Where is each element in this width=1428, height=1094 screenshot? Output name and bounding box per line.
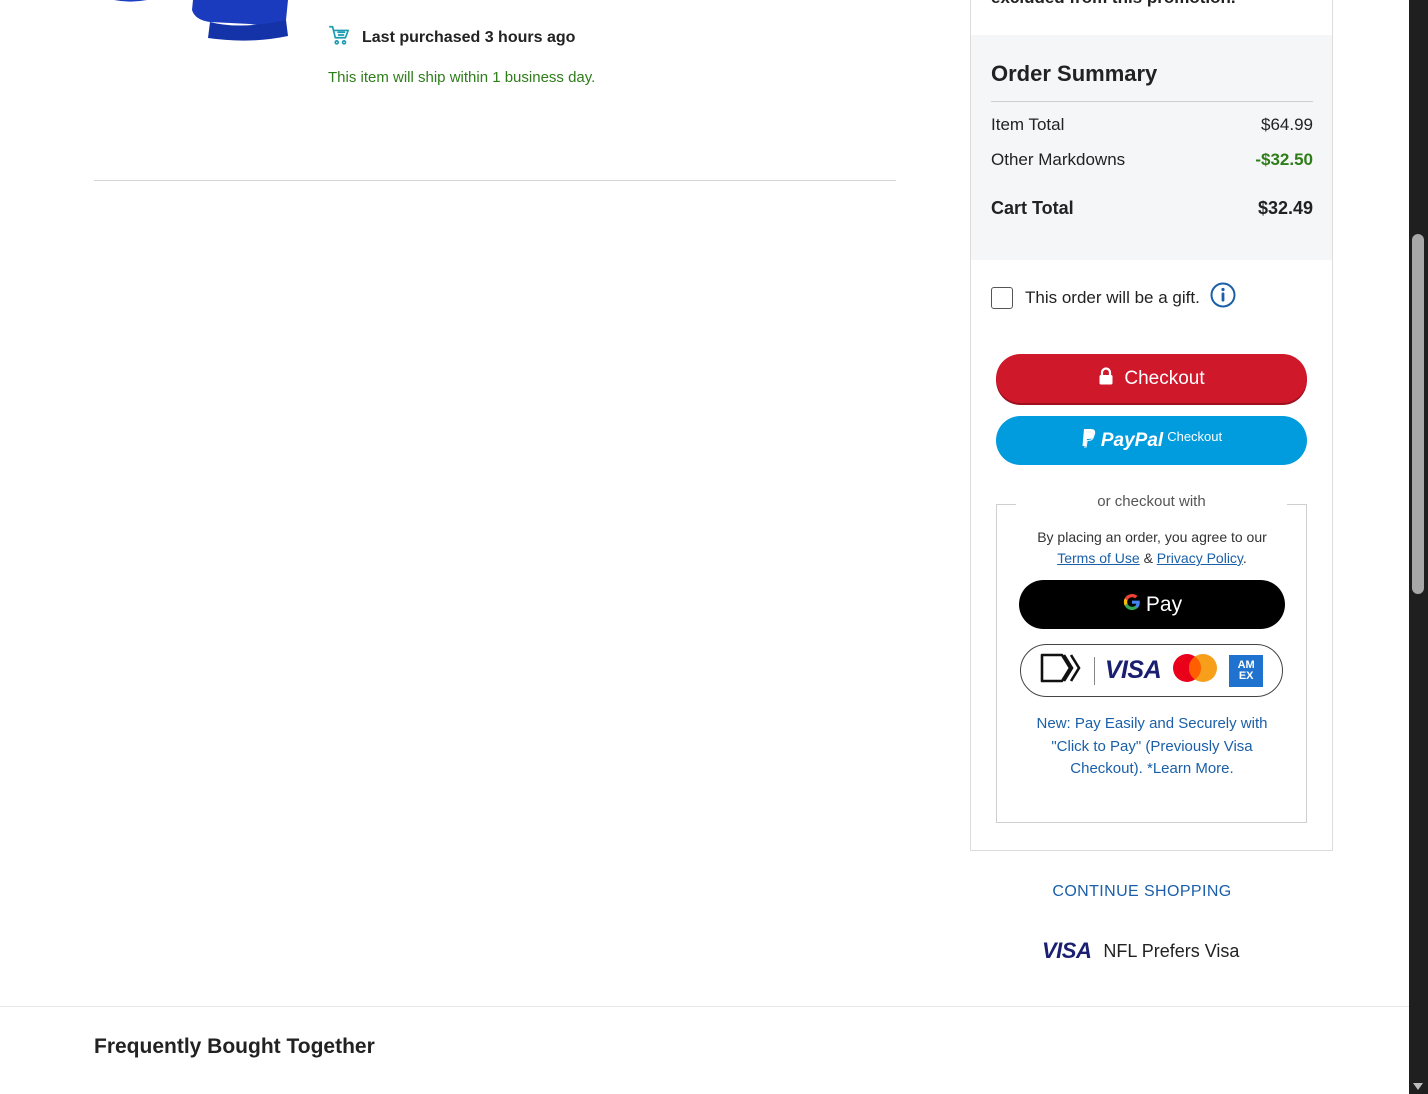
info-icon[interactable] [1210, 282, 1236, 313]
paypal-icon [1081, 428, 1097, 453]
product-image[interactable] [100, 0, 300, 60]
paypal-sub-label: Checkout [1167, 429, 1223, 444]
lock-icon [1098, 366, 1114, 391]
scroll-down-arrow-icon[interactable] [1413, 1083, 1423, 1090]
click-to-pay-learn-more[interactable]: New: Pay Easily and Securely with "Click… [1027, 713, 1277, 781]
promo-note: excluded from this promotion. [991, 0, 1236, 8]
period: . [1242, 550, 1247, 566]
cart-total-value: $32.49 [1257, 198, 1313, 218]
item-total-row: Item Total $64.99 [991, 115, 1313, 135]
agreement-text: By placing an order, you agree to our Te… [1017, 527, 1287, 569]
order-summary: Order Summary Item Total $64.99 Other Ma… [971, 35, 1332, 260]
privacy-link[interactable]: Privacy Policy [1157, 550, 1243, 566]
gift-label[interactable]: This order will be a gift. [1025, 288, 1200, 308]
visa-logo: VISA [1042, 938, 1092, 963]
nfl-visa-text: NFL Prefers Visa [1103, 940, 1240, 961]
divider [94, 180, 896, 181]
ampersand: & [1143, 550, 1153, 566]
paypal-checkout-button[interactable]: PayPal Checkout [996, 416, 1307, 465]
google-g-icon [1122, 592, 1142, 618]
visa-logo: VISA [1104, 656, 1162, 684]
click-to-pay-button[interactable]: VISA AM EX [1020, 644, 1283, 697]
checkout-label: Checkout [1124, 367, 1205, 389]
ship-note: This item will ship within 1 business da… [328, 69, 596, 86]
google-pay-button[interactable]: Pay [1019, 580, 1285, 629]
amex-logo: AM EX [1229, 654, 1264, 687]
item-total-label: Item Total [991, 115, 1065, 134]
order-summary-card: excluded from this promotion. Order Summ… [970, 0, 1333, 851]
divider [991, 101, 1313, 102]
last-purchased-text: Last purchased 3 hours ago [362, 28, 576, 46]
gift-checkbox[interactable] [991, 286, 1013, 309]
order-summary-title: Order Summary [991, 61, 1158, 86]
terms-link[interactable]: Terms of Use [1057, 550, 1139, 566]
item-total-value: $64.99 [1261, 115, 1313, 134]
checkout-button[interactable]: Checkout [996, 354, 1307, 403]
frequently-bought-together-title: Frequently Bought Together [94, 1035, 375, 1058]
google-pay-label: Pay [1145, 592, 1183, 616]
scrollbar[interactable] [1409, 0, 1428, 1094]
alternative-checkout: or checkout with By placing an order, yo… [996, 493, 1307, 823]
markdowns-row: Other Markdowns -$32.50 [991, 150, 1313, 170]
divider [1093, 656, 1095, 685]
cart-total-row: Cart Total $32.49 [991, 198, 1313, 219]
markdowns-label: Other Markdowns [991, 150, 1126, 169]
alt-checkout-heading: or checkout with [1097, 493, 1206, 510]
gift-option: This order will be a gift. [991, 282, 1236, 313]
markdowns-value: -$32.50 [1255, 150, 1313, 169]
mastercard-icon [1171, 653, 1219, 688]
cart-total-label: Cart Total [991, 198, 1074, 218]
last-purchased-row: Last purchased 3 hours ago [328, 24, 575, 51]
divider [0, 1006, 1409, 1007]
click-to-pay-icon [1040, 653, 1084, 688]
agreement-prefix: By placing an order, you agree to our [1037, 529, 1267, 545]
scrollbar-thumb[interactable] [1412, 234, 1424, 594]
cart-icon [328, 24, 350, 51]
nfl-prefers-visa: VISA NFL Prefers Visa [1042, 938, 1239, 964]
paypal-brand: PayPal [1100, 429, 1164, 451]
continue-shopping-link[interactable]: CONTINUE SHOPPING [970, 883, 1314, 901]
